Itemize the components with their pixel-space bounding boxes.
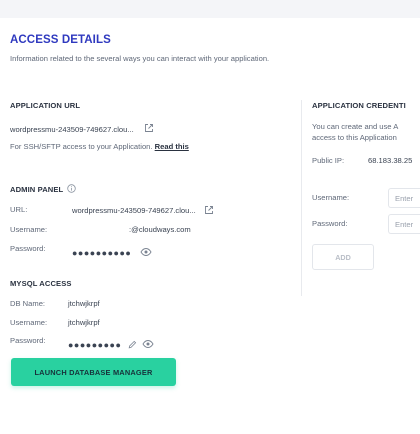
- credentials-desc-line2: access to this Application: [312, 133, 397, 142]
- top-background-strip: [0, 0, 420, 18]
- mysql-password-mask: ●●●●●●●●●: [68, 340, 122, 350]
- admin-password-row: ●●●●●●●●●●: [72, 243, 152, 261]
- admin-username-value: :@cloudways.com: [129, 225, 191, 234]
- application-url-row: wordpressmu-243509-749627.clou...: [10, 123, 154, 134]
- section-title: ACCESS DETAILS: [10, 34, 111, 46]
- launch-database-manager-button[interactable]: LAUNCH DATABASE MANAGER: [11, 358, 176, 386]
- mysql-username-label: Username:: [10, 318, 48, 327]
- admin-url-label: URL:: [10, 205, 28, 214]
- access-details-card: ACCESS DETAILS Information related to th…: [0, 18, 420, 434]
- db-name-value: jtchwjkrpf: [68, 299, 100, 308]
- info-icon[interactable]: [67, 184, 77, 193]
- admin-panel-heading: ADMIN PANEL: [10, 185, 64, 194]
- admin-url-link[interactable]: wordpressmu-243509-749627.clou...: [72, 206, 196, 215]
- mysql-password-label: Password:: [10, 336, 46, 345]
- read-this-link[interactable]: Read this: [155, 142, 189, 151]
- ssh-note-text: For SSH/SFTP access to your Application.: [10, 142, 153, 151]
- admin-password-mask: ●●●●●●●●●●: [72, 248, 132, 258]
- mysql-access-heading: MYSQL ACCESS: [10, 279, 72, 288]
- admin-password-label: Password:: [10, 244, 46, 253]
- eye-icon[interactable]: [140, 244, 152, 256]
- mysql-username-value: jtchwjkrpf: [68, 318, 100, 327]
- section-subtitle: Information related to the several ways …: [10, 54, 270, 63]
- admin-panel-heading-row: ADMIN PANEL: [10, 184, 77, 194]
- application-url-heading: APPLICATION URL: [10, 101, 81, 110]
- credentials-username-input[interactable]: Enter: [388, 188, 420, 208]
- application-url-link[interactable]: wordpressmu-243509-749627.clou...: [10, 125, 134, 134]
- admin-url-row: wordpressmu-243509-749627.clou...: [72, 205, 214, 215]
- admin-username-label: Username:: [10, 225, 48, 234]
- db-name-label: DB Name:: [10, 299, 46, 308]
- external-link-icon[interactable]: [144, 123, 154, 133]
- credentials-desc-line1: You can create and use A: [312, 122, 399, 131]
- public-ip-value: 68.183.38.25: [368, 156, 413, 165]
- app-credentials-heading: APPLICATION CREDENTI: [312, 101, 406, 110]
- credentials-password-input[interactable]: Enter: [388, 214, 420, 234]
- pencil-icon[interactable]: [128, 336, 137, 349]
- column-divider: [301, 100, 302, 296]
- external-link-icon[interactable]: [204, 205, 214, 215]
- mysql-password-row: ●●●●●●●●●: [68, 335, 154, 353]
- credentials-password-label: Password:: [312, 219, 348, 228]
- eye-icon[interactable]: [142, 336, 154, 348]
- credentials-username-label: Username:: [312, 193, 350, 202]
- public-ip-label: Public IP:: [312, 156, 345, 165]
- ssh-note-row: For SSH/SFTP access to your Application.…: [10, 142, 189, 151]
- add-credentials-button[interactable]: ADD: [312, 244, 374, 270]
